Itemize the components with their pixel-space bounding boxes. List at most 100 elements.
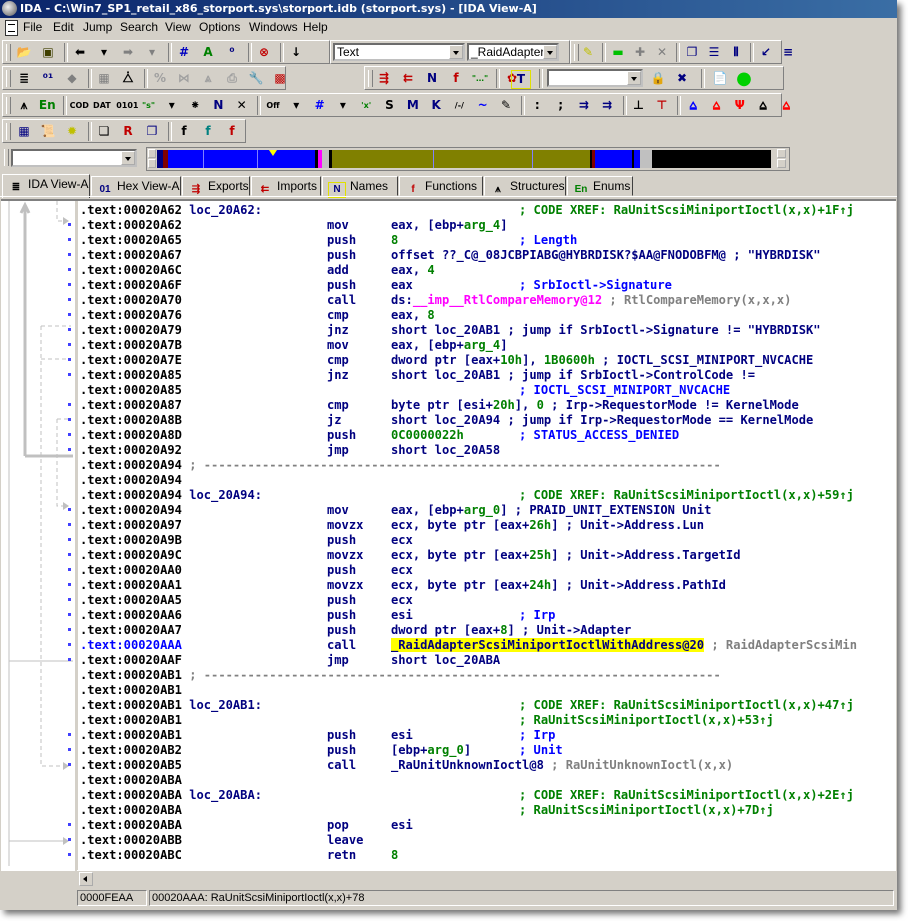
gutter-divider[interactable] (75, 201, 78, 871)
instruction-line[interactable]: .text:00020AA5 push ecx (80, 593, 721, 608)
breakpoint-dot[interactable] (68, 628, 71, 631)
code-label[interactable]: loc_20ABA: (182, 788, 262, 802)
instruction-line[interactable]: .text:00020ABC retn 8 (80, 848, 721, 863)
breakpoint-dot[interactable] (68, 763, 71, 766)
symbol-reference[interactable]: __imp__RtlCompareMemory@12 (413, 293, 602, 307)
breakpoint-dot[interactable] (68, 643, 71, 646)
tab-hex-view-a[interactable]: 01 Hex View-A (91, 176, 181, 196)
instruction-line[interactable]: .text:00020AB5 call _RaUnitUnknownIoctl@8 … (80, 758, 733, 773)
cascade-windows-icon[interactable]: ❐ (683, 44, 701, 61)
label-line[interactable]: .text:00020A94 loc_20A94: ; CODE XREF: Ra… (80, 488, 854, 503)
chevron-down-icon[interactable] (121, 151, 135, 165)
breakpoint-dot[interactable] (68, 358, 71, 361)
instruction-line[interactable]: .text:00020A67 push offset ??_C@_08JCBPIAB… (80, 248, 821, 263)
toolbar-grip[interactable] (368, 70, 373, 87)
instruction-line[interactable]: .text:00020A97 movzx ecx, byte ptr [eax+26… (80, 518, 721, 533)
nav-segment[interactable] (594, 150, 632, 168)
hex-view-icon[interactable]: ⁰¹ (39, 70, 57, 87)
names-icon[interactable]: N (423, 70, 441, 87)
instruction-line[interactable]: .text:00020A6F push eax ; SrbIoctl->Signatu… (80, 278, 721, 293)
windows-blue-icon[interactable]: ❐ (143, 123, 161, 140)
menu-view[interactable]: View (160, 18, 196, 37)
anterior-lines-icon[interactable]: ⇉ (575, 97, 593, 114)
symbol-reference[interactable]: short loc_20A94 ; jump if Irp->Requestor… (391, 413, 813, 427)
bitwise-not-icon[interactable]: ~ (474, 97, 492, 114)
ida-app-icon[interactable] (2, 1, 17, 16)
flow-chart-icon[interactable]: ▦ (95, 70, 113, 87)
breakpoint-dot[interactable] (68, 238, 71, 241)
repeatable-comment-icon[interactable]: ; (552, 97, 570, 114)
instruction-line[interactable]: .text:00020A76 cmp eax, 8 (80, 308, 721, 323)
posterior-lines-icon[interactable]: ⇉ (598, 97, 616, 114)
instruction-line[interactable]: .text:00020AB2 push [ebp+arg_0] ; Unit (80, 743, 721, 758)
make-code-icon[interactable]: COD (70, 97, 89, 114)
menu-search[interactable]: Search (115, 18, 163, 37)
string-dropdown-icon[interactable]: ▾ (163, 97, 181, 114)
nav-segments[interactable] (157, 148, 771, 170)
percent-icon[interactable]: % (151, 70, 169, 87)
menu-jump[interactable]: Jump (78, 18, 117, 37)
comment-icon[interactable]: : (528, 97, 546, 114)
make-struct-icon[interactable]: 0101 (116, 97, 138, 114)
toolbar-grip[interactable] (6, 97, 11, 114)
nav-segment[interactable] (640, 150, 653, 168)
tile-horizontal-icon[interactable]: ☰ (705, 44, 723, 61)
back-dropdown-icon[interactable]: ▾ (95, 44, 113, 61)
function-edit-icon[interactable]: f (199, 123, 217, 140)
offset-dropdown-icon[interactable]: ▾ (287, 97, 305, 114)
window-arrow-icon[interactable]: ↙ (757, 44, 775, 61)
offset-icon[interactable]: Off (264, 97, 282, 114)
document-menu-icon[interactable] (5, 20, 18, 36)
open-file-icon[interactable]: 📂 (15, 44, 33, 61)
instruction-line[interactable]: .text:00020A6C add eax, 4 (80, 263, 721, 278)
exports-icon[interactable]: ⇶ (375, 70, 393, 87)
breakpoint-dot[interactable] (68, 508, 71, 511)
breakpoint-dot[interactable] (68, 418, 71, 421)
instruction-line[interactable]: .text:00020A8D push 0C0000022h ; STATUS_ACC… (80, 428, 721, 443)
instruction-line[interactable]: .text:00020AA7 push dword ptr [eax+8] ; Un… (80, 623, 721, 638)
chevron-down-icon[interactable] (627, 71, 641, 85)
color-palette-icon[interactable]: ▩ (271, 70, 289, 87)
xref-graph-from-icon[interactable]: ⩠ (754, 97, 772, 114)
instruction-line[interactable]: .text:00020AB1 push esi ; Irp (80, 728, 721, 743)
undefine-icon[interactable]: ✕ (233, 97, 251, 114)
windows-stack-icon[interactable]: ❏ (95, 123, 113, 140)
scroll-left-button[interactable] (79, 872, 93, 886)
breakpoint-dot[interactable] (68, 313, 71, 316)
code-line[interactable]: .text:00020AB1 (80, 683, 721, 698)
tab-exports[interactable]: ⇶ Exports (182, 176, 250, 196)
breakpoint-dot[interactable] (68, 328, 71, 331)
structures-icon[interactable]: ⩚ (15, 97, 33, 114)
search-text-icon[interactable]: # (175, 44, 193, 61)
close-view-icon[interactable]: ✕ (653, 44, 671, 61)
call-graph-icon[interactable]: ⧊ (119, 70, 137, 87)
function-tail-icon[interactable]: f (223, 123, 241, 140)
breakpoint-dot[interactable] (68, 268, 71, 271)
chevron-down-icon[interactable] (543, 45, 557, 59)
expand-icon[interactable]: ✚ (631, 44, 649, 61)
toolbar-grip[interactable] (6, 123, 11, 140)
disassembly-view[interactable]: .text:00020A62 loc_20A62: ; CODE XREF: Ra… (1, 199, 896, 871)
call-graph-red-icon[interactable]: ⩠ (707, 97, 725, 114)
code-label[interactable]: loc_20AB1: (182, 698, 262, 712)
instruction-line[interactable]: .text:00020A70 call ds:__imp__RtlCompareMe… (80, 293, 791, 308)
instruction-line[interactable]: .text:00020A85 jnz short loc_20AB1 ; jump … (80, 368, 755, 383)
instruction-line[interactable]: .text:00020AA6 push esi ; Irp (80, 608, 721, 623)
make-data-icon[interactable]: DAT (93, 97, 111, 114)
toolbar-grip[interactable] (6, 70, 11, 87)
scrollbar-track[interactable] (94, 872, 884, 886)
instruction-line[interactable]: .text:00020AA0 push ecx (80, 563, 721, 578)
search-next-text-icon[interactable]: A (199, 44, 217, 61)
instruction-line[interactable]: .text:00020A87 cmp byte ptr [esi+20h], 0 ;… (80, 398, 799, 413)
nav-scroll-left-button[interactable] (148, 149, 156, 158)
user-graph-icon[interactable]: ⩠ (777, 97, 795, 114)
breakpoint-dot[interactable] (68, 283, 71, 286)
name-search-combo[interactable]: _RaidAdapterS (467, 43, 559, 61)
make-string-icon[interactable]: "s" (140, 97, 158, 114)
breakpoint-dot[interactable] (68, 448, 71, 451)
instruction-line[interactable]: .text:00020A62 mov eax, [ebp+arg_4] (80, 218, 721, 233)
code-label[interactable]: loc_20A62: (182, 203, 262, 217)
instruction-line[interactable]: .text:00020A7B mov eax, [ebp+arg_4] (80, 338, 721, 353)
breakpoint-dot[interactable] (68, 433, 71, 436)
functions-icon[interactable]: f (447, 70, 465, 87)
